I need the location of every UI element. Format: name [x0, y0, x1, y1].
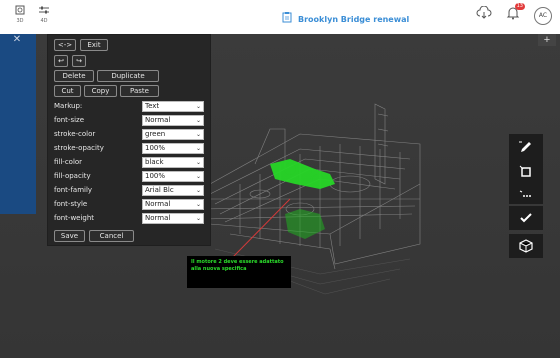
property-label: font-family — [54, 186, 93, 194]
fill-opacity-select[interactable]: 100% ⌄ — [142, 170, 204, 182]
property-row-font-style: font-style Normal ⌄ — [54, 198, 204, 210]
font-weight-select[interactable]: Normal ⌄ — [142, 212, 204, 224]
delete-button[interactable]: Delete — [54, 70, 94, 82]
notifications-button[interactable]: 13 — [506, 3, 525, 25]
duplicate-button[interactable]: Duplicate — [97, 70, 159, 82]
check-icon — [520, 213, 532, 223]
property-label: fill-opacity — [54, 172, 91, 180]
chevron-down-icon: ⌄ — [195, 158, 201, 166]
property-row-font-size: font-size Normal ⌄ — [54, 114, 204, 126]
add-icon[interactable]: + — [538, 34, 556, 46]
property-row-font-family: font-family Arial Blc ⌄ — [54, 184, 204, 196]
notification-badge: 13 — [514, 3, 525, 10]
chevron-down-icon: ⌄ — [195, 144, 201, 152]
chevron-down-icon: ⌄ — [195, 102, 201, 110]
property-row-fill-color: fill-color black ⌄ — [54, 156, 204, 168]
cube-icon — [12, 3, 28, 17]
pencil-icon — [519, 141, 531, 152]
stroke-opacity-select[interactable]: 100% ⌄ — [142, 142, 204, 154]
font-size-select[interactable]: Normal ⌄ — [142, 114, 204, 126]
project-title-group[interactable]: Brooklyn Bridge renewal — [282, 10, 409, 28]
font-family-select[interactable]: Arial Blc ⌄ — [142, 184, 204, 196]
redo-icon[interactable]: ↪ — [72, 55, 86, 67]
3d-label: 3D — [16, 18, 24, 24]
save-button[interactable]: Save — [54, 230, 85, 242]
cancel-button[interactable]: Cancel — [89, 230, 134, 242]
cut-button[interactable]: Cut — [54, 85, 81, 97]
chevron-down-icon: ⌄ — [195, 214, 201, 222]
cube-icon — [519, 239, 533, 253]
top-bar: 3D 4D Brooklyn Bridge renewal 13 AC — [0, 0, 560, 34]
chevron-down-icon: ⌄ — [195, 130, 201, 138]
chevron-down-icon: ⌄ — [195, 116, 201, 124]
ellipsis-icon — [519, 190, 531, 197]
move-icon[interactable]: <-> — [54, 39, 76, 51]
copy-button[interactable]: Copy — [84, 85, 117, 97]
stroke-color-select[interactable]: green ⌄ — [142, 128, 204, 140]
close-icon[interactable]: ✕ — [6, 34, 28, 46]
text-markup-annotation[interactable]: Il motore 2 deve essere adattato alla nu… — [187, 256, 291, 288]
fill-color-select[interactable]: black ⌄ — [142, 156, 204, 168]
property-row-markup: Markup: Text ⌄ — [54, 100, 204, 112]
property-label: font-size — [54, 116, 85, 124]
markup-panel: <-> Exit ↩ ↪ Delete Duplicate Cut Copy P… — [47, 34, 211, 246]
property-row-font-weight: font-weight Normal ⌄ — [54, 212, 204, 224]
4d-label: 4D — [40, 18, 48, 24]
paste-button[interactable]: Paste — [120, 85, 159, 97]
property-label: Markup: — [54, 102, 83, 110]
chevron-down-icon: ⌄ — [195, 200, 201, 208]
chevron-down-icon: ⌄ — [195, 172, 201, 180]
crop-icon — [519, 165, 531, 177]
property-label: font-weight — [54, 214, 95, 222]
avatar[interactable]: AC — [534, 6, 552, 25]
markup-type-select[interactable]: Text ⌄ — [142, 100, 204, 112]
draw-tool-button[interactable] — [509, 134, 543, 160]
property-label: fill-color — [54, 158, 83, 166]
property-label: stroke-opacity — [54, 144, 104, 152]
undo-icon[interactable]: ↩ — [54, 55, 68, 67]
clipboard-icon — [282, 10, 292, 28]
property-row-stroke-opacity: stroke-opacity 100% ⌄ — [54, 142, 204, 154]
topbar-actions: 13 AC — [476, 3, 552, 25]
property-row-fill-opacity: fill-opacity 100% ⌄ — [54, 170, 204, 182]
confirm-button[interactable] — [509, 206, 543, 230]
project-title: Brooklyn Bridge renewal — [298, 14, 410, 24]
view-cube-button[interactable] — [509, 234, 543, 258]
property-label: font-style — [54, 200, 88, 208]
sliders-icon — [36, 3, 52, 17]
select-area-button[interactable] — [509, 160, 543, 184]
4d-view-button[interactable]: 4D — [36, 3, 52, 24]
more-tools-button[interactable] — [509, 184, 543, 204]
exit-button[interactable]: Exit — [80, 39, 108, 51]
property-row-stroke-color: stroke-color green ⌄ — [54, 128, 204, 140]
cloud-download-icon[interactable] — [476, 5, 492, 25]
font-style-select[interactable]: Normal ⌄ — [142, 198, 204, 210]
chevron-down-icon: ⌄ — [195, 186, 201, 194]
left-sidebar — [0, 34, 36, 214]
property-label: stroke-color — [54, 130, 96, 138]
3d-view-button[interactable]: 3D — [12, 3, 28, 24]
